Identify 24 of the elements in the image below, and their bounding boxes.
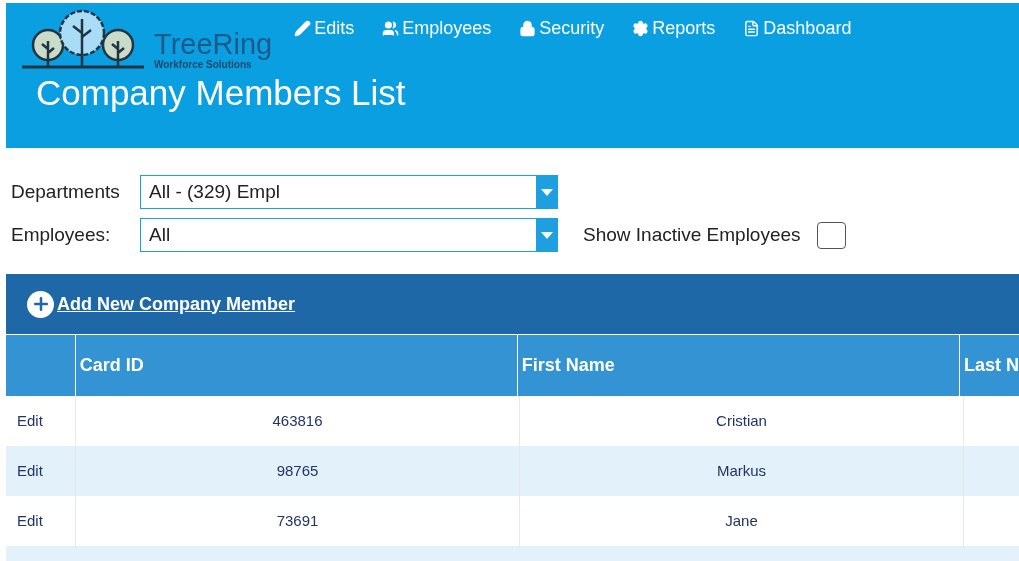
users-icon <box>382 20 400 37</box>
add-icon <box>27 290 54 318</box>
lock-icon <box>519 20 537 37</box>
caret-icon <box>540 231 553 239</box>
logo-tagline: Workforce Solutions <box>154 59 252 71</box>
column-header: Last N <box>963 354 1019 377</box>
nav-link[interactable]: Security <box>519 15 605 42</box>
nav-link[interactable]: Employees <box>382 15 492 42</box>
filter-label: Departments <box>11 179 121 204</box>
caret-icon <box>540 188 553 196</box>
document-icon <box>743 20 761 37</box>
tree-logo-icon <box>20 9 146 71</box>
filter-label: Employees: <box>11 222 112 247</box>
nav-link[interactable]: Edits <box>294 15 355 42</box>
checkbox-label: Show Inactive Employees <box>583 222 801 247</box>
dropdown-field[interactable]: All <box>140 218 558 252</box>
pencil-icon <box>294 20 312 37</box>
dropdown-field[interactable]: All - (329) Empl <box>140 175 558 209</box>
logo-name: TreeRing <box>154 29 273 59</box>
add-member-link[interactable]: Add New Company Member <box>57 290 296 318</box>
nav-link[interactable]: Dashboard <box>743 15 852 42</box>
page-title: Company Members List <box>35 73 407 113</box>
nav-link[interactable]: Reports <box>632 15 716 42</box>
gear-icon <box>632 20 650 37</box>
